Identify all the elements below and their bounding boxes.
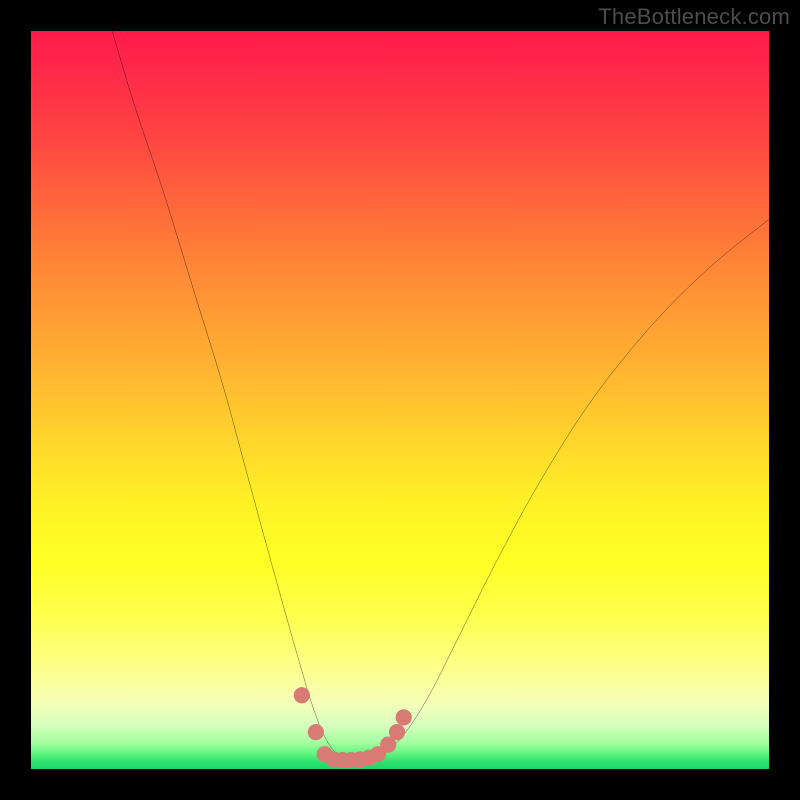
marker-dot — [389, 724, 405, 740]
marker-dot — [294, 687, 310, 703]
marker-dot — [396, 709, 412, 725]
optimal-range-markers — [31, 31, 769, 769]
watermark-text: TheBottleneck.com — [598, 4, 790, 30]
marker-dot — [308, 724, 324, 740]
plot-area — [31, 31, 769, 769]
chart-frame: TheBottleneck.com — [0, 0, 800, 800]
